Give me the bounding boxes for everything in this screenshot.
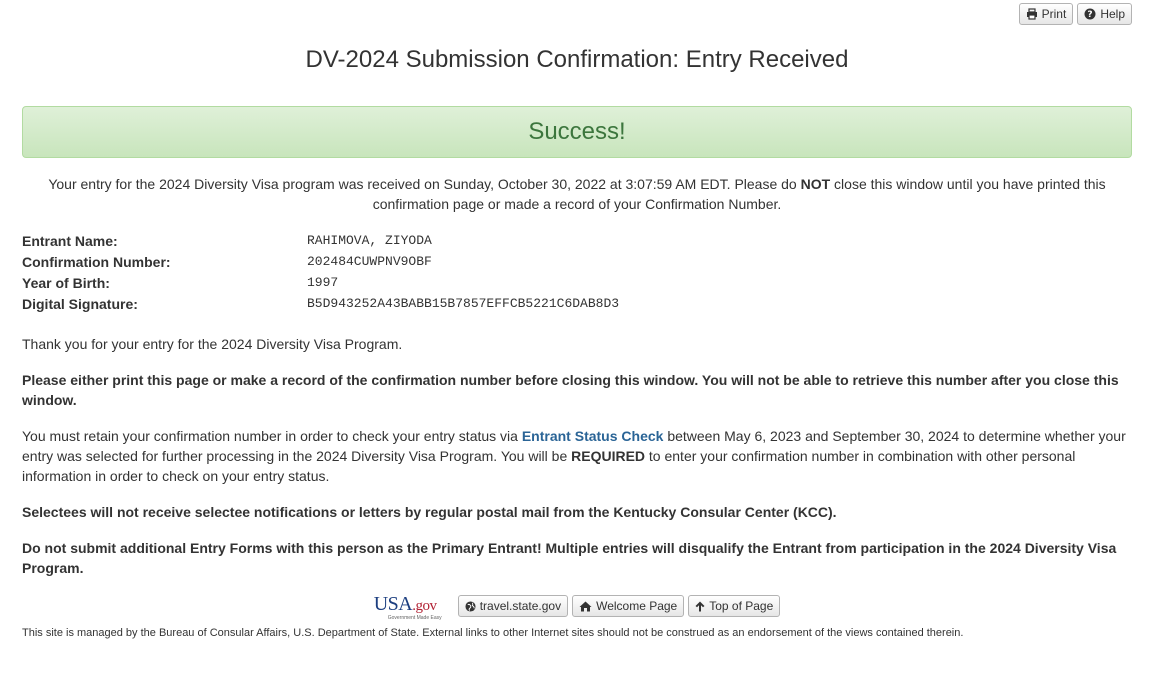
svg-text:?: ? xyxy=(1088,10,1093,20)
digital-signature-row: Digital Signature: B5D943252A43BABB15B78… xyxy=(22,293,1132,314)
confirmation-number-value: 202484CUWPNV9OBF xyxy=(307,254,432,269)
printer-icon xyxy=(1026,8,1037,20)
entrant-status-check-link[interactable]: Entrant Status Check xyxy=(522,428,664,444)
top-of-page-label: Top of Page xyxy=(709,599,774,613)
success-banner: Success! xyxy=(22,106,1132,158)
usa-gov-logo-suffix: .gov xyxy=(412,598,437,614)
usa-gov-logo[interactable]: USA.gov Government Made Easy xyxy=(374,594,452,621)
no-duplicates-warning: Do not submit additional Entry Forms wit… xyxy=(22,540,1117,576)
usa-gov-logo-main: USA xyxy=(373,593,413,615)
footer-links: USA.gov Government Made Easy travel.stat… xyxy=(0,594,1154,621)
entrant-name-value: RAHIMOVA, ZIYODA xyxy=(307,233,432,248)
print-label: Print xyxy=(1041,7,1067,21)
print-warning-text: Please either print this page or make a … xyxy=(22,372,1119,408)
entry-details: Entrant Name: RAHIMOVA, ZIYODA Confirmat… xyxy=(22,230,1132,314)
travel-state-gov-label: travel.state.gov xyxy=(479,599,562,613)
no-mail-notice: Selectees will not receive selectee noti… xyxy=(22,504,837,520)
question-circle-icon: ? xyxy=(1084,8,1096,20)
usa-gov-tagline: Government Made Easy xyxy=(387,615,442,621)
welcome-page-label: Welcome Page xyxy=(596,599,678,613)
site-disclaimer: This site is managed by the Bureau of Co… xyxy=(22,627,964,639)
intro-message: Your entry for the 2024 Diversity Visa p… xyxy=(22,174,1132,214)
arrow-up-icon xyxy=(695,601,705,611)
home-icon xyxy=(579,601,592,611)
confirmation-number-label: Confirmation Number: xyxy=(22,253,171,270)
help-button[interactable]: ? Help xyxy=(1077,3,1132,25)
entrant-name-label: Entrant Name: xyxy=(22,232,118,249)
year-of-birth-row: Year of Birth: 1997 xyxy=(22,272,1132,293)
confirmation-number-row: Confirmation Number: 202484CUWPNV9OBF xyxy=(22,251,1132,272)
help-label: Help xyxy=(1100,7,1125,21)
top-of-page-button[interactable]: Top of Page xyxy=(688,595,781,617)
retain-text-before: You must retain your confirmation number… xyxy=(22,428,522,444)
entrant-name-row: Entrant Name: RAHIMOVA, ZIYODA xyxy=(22,230,1132,251)
globe-icon xyxy=(465,600,476,612)
year-of-birth-label: Year of Birth: xyxy=(22,274,110,291)
digital-signature-label: Digital Signature: xyxy=(22,295,138,312)
top-toolbar: Print ? Help xyxy=(1018,3,1132,25)
print-button[interactable]: Print xyxy=(1018,3,1074,25)
travel-state-gov-button[interactable]: travel.state.gov xyxy=(457,595,569,617)
retain-required-emphasis: REQUIRED xyxy=(571,448,646,464)
year-of-birth-value: 1997 xyxy=(307,275,339,290)
usa-gov-logo-text: USA.gov xyxy=(374,594,437,616)
success-text: Success! xyxy=(528,118,626,145)
intro-text-before: Your entry for the 2024 Diversity Visa p… xyxy=(48,176,801,192)
intro-emphasis: NOT xyxy=(800,176,831,192)
page-title: DV-2024 Submission Confirmation: Entry R… xyxy=(305,46,849,73)
thank-you-text: Thank you for your entry for the 2024 Di… xyxy=(22,336,403,352)
digital-signature-value: B5D943252A43BABB15B7857EFFCB5221C6DAB8D3 xyxy=(307,296,620,311)
welcome-page-button[interactable]: Welcome Page xyxy=(572,595,685,617)
retain-number-paragraph: You must retain your confirmation number… xyxy=(22,426,1132,486)
